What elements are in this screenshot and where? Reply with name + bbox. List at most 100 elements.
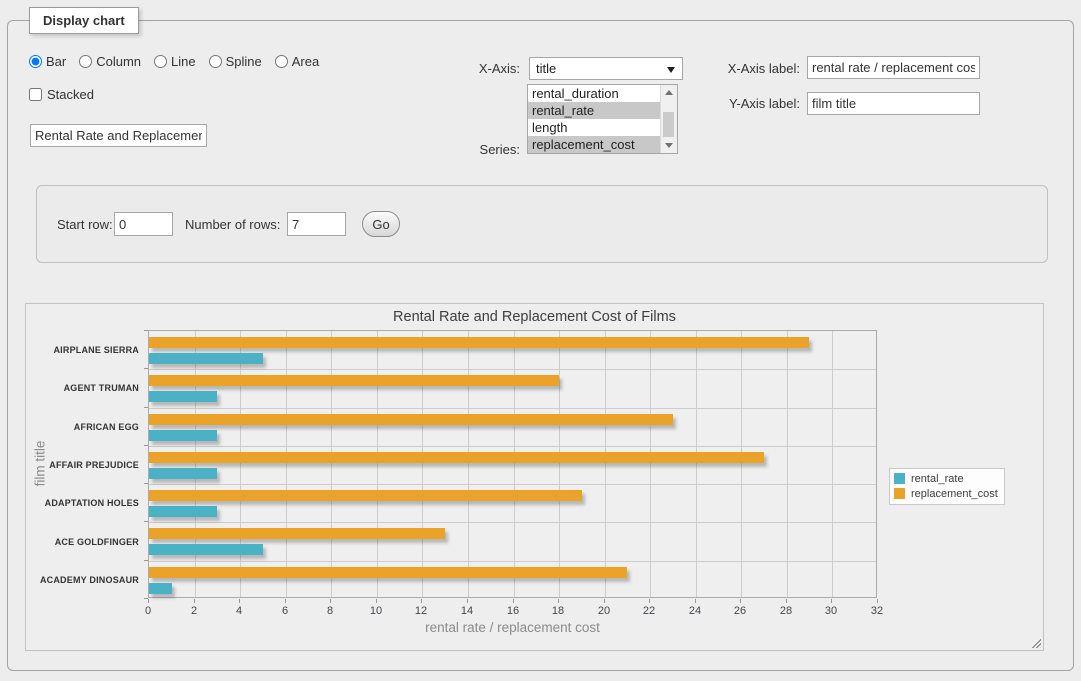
x-tick-mark [831,599,832,603]
series-option-replacement_cost[interactable]: replacement_cost [528,136,660,153]
legend-swatch [894,488,905,499]
bar-replacement_cost [149,528,445,539]
x-axis-label-input[interactable] [807,56,980,79]
gridline-vertical [650,331,651,597]
bar-rental_rate [149,468,217,479]
chart-type-line[interactable]: Line [154,54,196,69]
chart-container: Rental Rate and Replacement Cost of Film… [25,303,1044,651]
stacked-option[interactable]: Stacked [29,87,94,102]
stacked-checkbox[interactable] [29,88,42,101]
category-label: ACADEMY DINOSAUR [26,575,139,585]
start-row-caption: Start row: [57,217,113,232]
chevron-down-icon [667,67,675,73]
bar-rental_rate [149,583,172,594]
legend-entry-rental_rate: rental_rate [894,471,998,486]
gridline-vertical [422,331,423,597]
x-axis-caption: X-Axis: [432,61,520,76]
x-tick-mark [239,599,240,603]
chart-type-radio-spline[interactable] [209,55,222,68]
gridline-vertical [468,331,469,597]
category-label: AFFAIR PREJUDICE [26,460,139,470]
x-tick-mark [877,599,878,603]
bar-replacement_cost [149,567,627,578]
category-label: AGENT TRUMAN [26,383,139,393]
chart-type-area[interactable]: Area [275,54,319,69]
gridline-vertical [832,331,833,597]
bar-replacement_cost [149,414,673,425]
y-axis-label-caption: Y-Axis label: [712,96,800,111]
chart-title-input[interactable] [30,124,207,147]
x-tick-mark [421,599,422,603]
y-tick-mark [144,445,148,446]
series-listbox[interactable]: rental_durationrental_ratelengthreplacem… [527,84,678,154]
series-caption: Series: [432,142,520,157]
panel-legend: Display chart [29,7,139,34]
gridline-horizontal [149,369,876,370]
chart-title: Rental Rate and Replacement Cost of Film… [26,309,1043,325]
number-of-rows-caption: Number of rows: [185,217,280,232]
category-label: ADAPTATION HOLES [26,498,139,508]
gridline-vertical [787,331,788,597]
x-tick-mark [467,599,468,603]
category-label: AFRICAN EGG [26,422,139,432]
scroll-up-button[interactable] [661,85,677,100]
chart-type-radios: Bar Column Line Spline Area [29,54,319,69]
x-axis-select[interactable]: title [529,57,683,80]
scroll-thumb[interactable] [663,112,674,137]
legend-entry-replacement_cost: replacement_cost [894,486,998,501]
gridline-vertical [240,331,241,597]
legend-label: replacement_cost [911,488,998,500]
chart-legend: rental_rate replacement_cost [889,468,1005,505]
y-axis-label-input[interactable] [807,92,980,115]
chart-type-spline[interactable]: Spline [209,54,262,69]
bar-rental_rate [149,544,263,555]
x-tick-label: 0 [133,605,163,617]
x-tick-mark [330,599,331,603]
x-axis-label-caption: X-Axis label: [712,61,800,76]
x-tick-label: 10 [361,605,391,617]
x-tick-mark [285,599,286,603]
gridline-vertical [741,331,742,597]
gridline-vertical [331,331,332,597]
bar-replacement_cost [149,452,764,463]
bar-replacement_cost [149,337,809,348]
y-tick-mark [144,407,148,408]
number-of-rows-input[interactable] [287,212,346,236]
plot-area [148,330,877,598]
start-row-input[interactable] [114,212,173,236]
category-label: AIRPLANE SIERRA [26,345,139,355]
gridline-vertical [514,331,515,597]
x-tick-label: 24 [680,605,710,617]
series-option-rental_duration[interactable]: rental_duration [528,85,660,102]
chart-type-bar[interactable]: Bar [29,54,66,69]
y-tick-mark [144,521,148,522]
y-tick-mark [144,560,148,561]
chart-type-label: Line [171,54,196,69]
x-tick-mark [604,599,605,603]
resize-handle-icon[interactable] [1030,637,1041,648]
stacked-label: Stacked [47,87,94,102]
chart-type-column[interactable]: Column [79,54,141,69]
series-options: rental_durationrental_ratelengthreplacem… [528,85,660,153]
x-tick-mark [376,599,377,603]
scroll-down-button[interactable] [661,138,677,153]
chart-type-label: Column [96,54,141,69]
x-tick-label: 14 [452,605,482,617]
bar-rental_rate [149,353,263,364]
chart-type-radio-bar[interactable] [29,55,42,68]
x-tick-mark [558,599,559,603]
go-button[interactable]: Go [362,211,400,237]
gridline-vertical [195,331,196,597]
series-scrollbar[interactable] [660,85,677,153]
series-option-rental_rate[interactable]: rental_rate [528,102,660,119]
x-tick-mark [695,599,696,603]
x-tick-label: 32 [862,605,892,617]
x-tick-label: 8 [315,605,345,617]
chart-type-radio-line[interactable] [154,55,167,68]
series-option-length[interactable]: length [528,119,660,136]
gridline-horizontal [149,446,876,447]
x-tick-label: 12 [406,605,436,617]
x-tick-label: 4 [224,605,254,617]
chart-type-radio-column[interactable] [79,55,92,68]
chart-type-radio-area[interactable] [275,55,288,68]
